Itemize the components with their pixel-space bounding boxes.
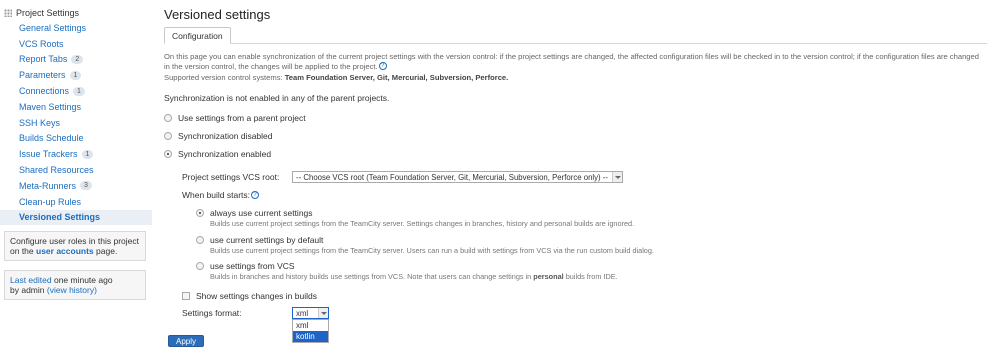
sidebar-item-report-tabs[interactable]: Report Tabs 2 xyxy=(0,52,152,68)
last-edited-by: by admin xyxy=(10,285,45,296)
sidebar-item-parameters[interactable]: Parameters 1 xyxy=(0,67,152,83)
sidebar-item-general-settings[interactable]: General Settings xyxy=(0,20,152,36)
page-title: Versioned settings xyxy=(164,7,271,22)
show-changes-label: Show settings changes in builds xyxy=(196,290,317,301)
sidebar-item-versioned-settings[interactable]: Versioned Settings xyxy=(0,209,152,226)
sidebar-header: Project Settings xyxy=(0,6,152,20)
format-option-kotlin[interactable]: kotlin xyxy=(293,331,328,342)
format-row: Settings format: xml xyxy=(182,307,329,319)
sidebar-item-label: Maven Settings xyxy=(19,101,82,112)
sidebar-item-meta-runners[interactable]: Meta-Runners 3 xyxy=(0,178,152,194)
sidebar-item-label: Clean-up Rules xyxy=(19,196,82,207)
description-line-1: On this page you can enable synchronizat… xyxy=(164,52,979,61)
supported-label: Supported version control systems: xyxy=(164,72,283,82)
radio-button[interactable] xyxy=(164,113,172,122)
radio-button[interactable] xyxy=(164,149,172,158)
show-changes-row[interactable]: Show settings changes in builds xyxy=(182,289,317,302)
sidebar-item-label: Builds Schedule xyxy=(19,133,84,144)
sidebar-item-label: Report Tabs xyxy=(19,54,68,65)
last-edited-box: Last edited one minute ago by admin (vie… xyxy=(4,270,146,301)
sidebar-item-label: Connections xyxy=(19,86,70,97)
when-build-label: When build starts:? xyxy=(182,190,260,200)
sidebar-item-label: General Settings xyxy=(19,22,87,33)
count-badge: 3 xyxy=(80,181,92,191)
vcs-root-select[interactable]: -- Choose VCS root (Team Foundation Serv… xyxy=(292,171,623,183)
apply-button[interactable]: Apply xyxy=(168,335,205,347)
radio-label: always use current settings xyxy=(210,207,313,218)
count-badge: 1 xyxy=(69,70,82,80)
help-icon[interactable]: ? xyxy=(251,191,260,199)
main-content: Versioned settings Configuration On this… xyxy=(164,0,987,347)
format-option-xml[interactable]: xml xyxy=(293,320,328,331)
sidebar-item-clean-up-rules[interactable]: Clean-up Rules xyxy=(0,194,152,210)
format-label: Settings format: xyxy=(182,308,242,318)
radio-button[interactable] xyxy=(196,261,204,270)
sidebar-item-label: SSH Keys xyxy=(19,117,61,128)
option-desc-post: builds from IDE. xyxy=(565,272,618,281)
count-badge: 2 xyxy=(71,54,84,64)
sidebar-item-connections[interactable]: Connections 1 xyxy=(0,83,152,99)
help-icon[interactable]: ? xyxy=(378,62,387,71)
user-accounts-link[interactable]: user accounts xyxy=(36,246,94,256)
description-line-2: in the version control, the changes will… xyxy=(164,62,378,72)
chevron-down-icon xyxy=(318,308,328,318)
format-dropdown: xml kotlin xyxy=(292,319,329,343)
option-description: Builds in branches and history builds us… xyxy=(196,272,618,281)
sidebar: Project Settings General Settings VCS Roo… xyxy=(0,0,152,301)
option-description: Builds use current project settings from… xyxy=(210,246,654,255)
tab-bar: Configuration xyxy=(164,27,987,44)
page-description: On this page you can enable synchronizat… xyxy=(164,52,987,83)
radio-button[interactable] xyxy=(164,131,172,140)
format-value: xml xyxy=(296,308,309,318)
view-history-link[interactable]: (view history) xyxy=(47,285,97,295)
sidebar-item-label: Parameters xyxy=(19,70,66,81)
sidebar-item-label: Versioned Settings xyxy=(19,212,101,223)
show-changes-checkbox[interactable] xyxy=(182,291,190,300)
radio-sync-disabled[interactable]: Synchronization disabled xyxy=(164,129,987,142)
when-build-text: When build starts: xyxy=(182,190,251,200)
last-edited-time: one minute ago xyxy=(53,275,113,286)
sync-status-text: Synchronization is not enabled in any of… xyxy=(164,93,390,104)
radio-label: Synchronization disabled xyxy=(178,130,273,141)
option-desc-pre: Builds in branches and history builds us… xyxy=(210,272,532,281)
grip-icon xyxy=(4,9,12,17)
last-edited-link[interactable]: Last edited xyxy=(10,275,52,285)
sidebar-item-issue-trackers[interactable]: Issue Trackers 1 xyxy=(0,146,152,162)
radio-use-parent[interactable]: Use settings from a parent project xyxy=(164,111,987,124)
sidebar-item-shared-resources[interactable]: Shared Resources xyxy=(0,162,152,178)
sidebar-item-label: Meta-Runners xyxy=(19,180,77,191)
sidebar-item-builds-schedule[interactable]: Builds Schedule xyxy=(0,131,152,147)
tab-configuration[interactable]: Configuration xyxy=(164,27,231,44)
supported-systems: Team Foundation Server, Git, Mercurial, … xyxy=(284,72,509,82)
sidebar-item-label: VCS Roots xyxy=(19,38,64,49)
radio-label: use current settings by default xyxy=(210,234,324,245)
vcs-root-label: Project settings VCS root: xyxy=(182,172,280,182)
vcs-root-row: Project settings VCS root: -- Choose VCS… xyxy=(182,171,623,183)
chevron-down-icon xyxy=(612,172,622,182)
count-badge: 1 xyxy=(73,86,85,96)
format-select[interactable]: xml xyxy=(292,307,329,319)
option-description: Builds use current project settings from… xyxy=(210,219,635,228)
radio-label: Use settings from a parent project xyxy=(178,112,306,123)
option-desc-bold: personal xyxy=(533,272,564,281)
radio-label: use settings from VCS xyxy=(210,260,295,271)
vcs-root-value: -- Choose VCS root (Team Foundation Serv… xyxy=(296,172,608,182)
user-roles-box: Configure user roles in this project on … xyxy=(4,231,146,262)
radio-sync-enabled[interactable]: Synchronization enabled xyxy=(164,147,987,160)
sidebar-header-label: Project Settings xyxy=(16,8,80,18)
sidebar-item-maven-settings[interactable]: Maven Settings xyxy=(0,99,152,115)
sidebar-item-ssh-keys[interactable]: SSH Keys xyxy=(0,115,152,131)
sidebar-item-label: Shared Resources xyxy=(19,165,94,176)
sidebar-item-vcs-roots[interactable]: VCS Roots xyxy=(0,36,152,52)
radio-button[interactable] xyxy=(196,208,204,217)
radio-button[interactable] xyxy=(196,235,204,244)
user-roles-suffix: page. xyxy=(96,246,118,257)
build-option-always[interactable]: always use current settings Builds use c… xyxy=(196,206,634,228)
build-option-vcs[interactable]: use settings from VCS Builds in branches… xyxy=(196,259,618,281)
build-option-default[interactable]: use current settings by default Builds u… xyxy=(196,233,654,255)
sidebar-item-label: Issue Trackers xyxy=(19,149,78,160)
count-badge: 1 xyxy=(81,149,94,159)
radio-label: Synchronization enabled xyxy=(178,148,272,159)
